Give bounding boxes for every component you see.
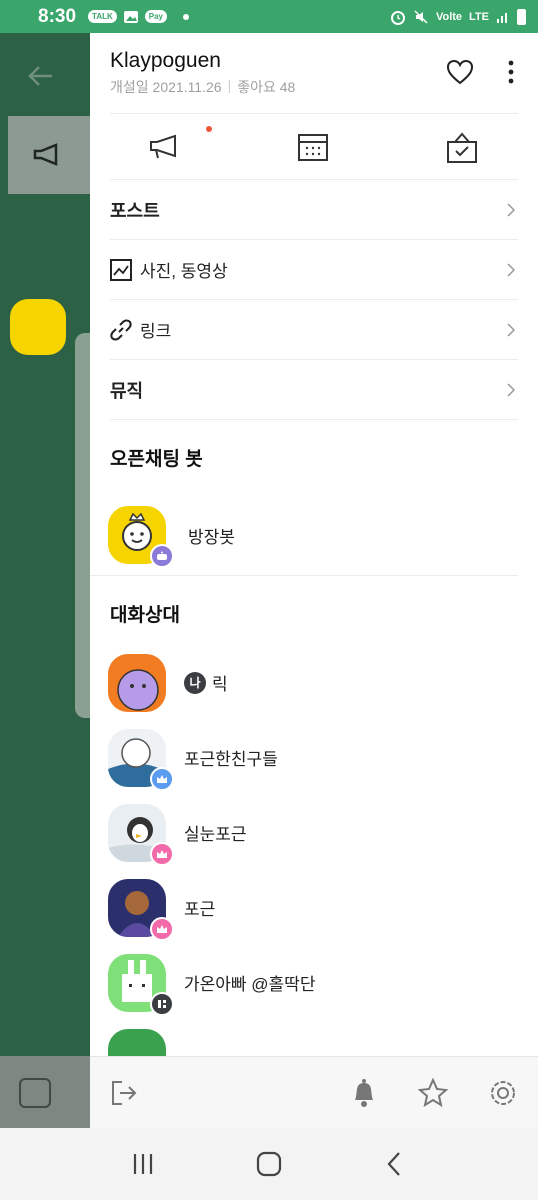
chevron-right-icon bbox=[507, 322, 516, 337]
status-system-icons: Volte LTE bbox=[390, 8, 526, 25]
megaphone-icon bbox=[33, 143, 58, 166]
menu-photos-videos[interactable]: 사진, 동영상 bbox=[110, 240, 518, 300]
member-item[interactable]: 포근 bbox=[90, 870, 538, 945]
me-tag: 나 bbox=[184, 671, 206, 694]
home-icon[interactable] bbox=[256, 1151, 282, 1177]
back-icon[interactable] bbox=[382, 1151, 408, 1177]
star-icon[interactable] bbox=[418, 1077, 448, 1108]
crown-icon bbox=[150, 841, 174, 866]
background-chat-room bbox=[0, 33, 90, 1128]
header-actions bbox=[446, 59, 514, 85]
network-label: LTE bbox=[469, 10, 489, 23]
link-icon bbox=[110, 319, 132, 340]
member-name: 나 릭 bbox=[184, 670, 228, 695]
member-item[interactable]: 포근한친구들 bbox=[90, 720, 538, 795]
recent-apps-icon[interactable] bbox=[130, 1151, 156, 1177]
member-item[interactable]: 나 릭 bbox=[90, 645, 538, 720]
vote-icon[interactable] bbox=[446, 130, 478, 164]
purple-character-avatar bbox=[108, 653, 166, 712]
background-message-bubble bbox=[75, 333, 90, 718]
heart-icon[interactable] bbox=[446, 59, 474, 85]
pay-icon: Pay bbox=[144, 10, 167, 23]
member-avatar bbox=[108, 878, 174, 941]
drawer-footer bbox=[90, 1056, 538, 1128]
notice-icon[interactable] bbox=[148, 134, 180, 160]
back-arrow-icon bbox=[28, 66, 52, 86]
meta-separator: | bbox=[227, 77, 232, 93]
member-name-text: 포근한친구들 bbox=[184, 750, 278, 769]
notice-new-dot bbox=[206, 126, 212, 132]
alarm-icon bbox=[390, 10, 405, 25]
member-name-text: 실눈포근 bbox=[184, 825, 247, 844]
menu-badge-icon bbox=[150, 991, 174, 1016]
menu-photos-label: 사진, 동영상 bbox=[140, 262, 228, 281]
member-name-text: 릭 bbox=[212, 675, 228, 694]
member-item[interactable]: 실눈포근 bbox=[90, 795, 538, 870]
image-icon bbox=[123, 10, 138, 23]
battery-icon bbox=[517, 8, 526, 25]
bot-section-title: 오픈채팅 봇 bbox=[110, 449, 203, 470]
chevron-right-icon bbox=[507, 262, 516, 277]
menu-music[interactable]: 뮤직 bbox=[110, 360, 518, 420]
background-bot-avatar bbox=[10, 299, 66, 355]
more-notifications-icon bbox=[183, 13, 189, 20]
member-avatar bbox=[108, 653, 166, 712]
menu-post[interactable]: 포스트 bbox=[110, 180, 518, 240]
quick-actions-row bbox=[110, 113, 518, 180]
volte-label: Volte bbox=[435, 10, 463, 23]
status-time: 8:30 bbox=[38, 5, 77, 27]
chat-room-drawer: Klaypoguen 개설일 2021.11.26 | 좋아요 48 포스트 사… bbox=[90, 33, 538, 1128]
members-section-title: 대화상대 bbox=[110, 605, 180, 626]
member-avatar bbox=[108, 728, 174, 791]
more-options-icon[interactable] bbox=[508, 60, 514, 84]
member-name-text: 가온아빠 @홀딱단 bbox=[184, 975, 316, 994]
chevron-right-icon bbox=[507, 202, 516, 217]
likes-count: 좋아요 48 bbox=[237, 79, 296, 95]
menu-music-label: 뮤직 bbox=[110, 380, 144, 401]
calendar-icon[interactable] bbox=[297, 132, 329, 162]
exit-icon[interactable] bbox=[110, 1079, 138, 1107]
member-avatar bbox=[108, 803, 174, 866]
menu-links[interactable]: 링크 bbox=[110, 300, 518, 360]
system-navigation-bar bbox=[0, 1128, 538, 1200]
member-name-text: 포근 bbox=[184, 900, 216, 919]
status-notifications: TALK Pay bbox=[88, 10, 189, 24]
photo-icon bbox=[110, 258, 132, 281]
chevron-right-icon bbox=[507, 382, 516, 397]
menu-links-label: 링크 bbox=[140, 322, 172, 341]
settings-icon[interactable] bbox=[488, 1078, 518, 1108]
bot-item[interactable]: 방장봇 bbox=[90, 471, 518, 576]
status-bar: 8:30 TALK Pay Volte LTE bbox=[0, 0, 538, 33]
member-item[interactable]: 가온아빠 @홀딱단 bbox=[90, 945, 538, 1020]
bot-name: 방장봇 bbox=[188, 527, 235, 547]
member-avatar bbox=[108, 953, 174, 1016]
bell-icon[interactable] bbox=[350, 1078, 378, 1108]
bot-badge-icon bbox=[150, 544, 174, 568]
drawer-header: Klaypoguen 개설일 2021.11.26 | 좋아요 48 bbox=[90, 33, 538, 113]
crown-icon bbox=[150, 766, 174, 791]
bot-avatar bbox=[108, 506, 174, 568]
talk-icon: TALK bbox=[88, 10, 117, 23]
plus-icon bbox=[19, 1078, 51, 1108]
mute-icon bbox=[414, 9, 428, 24]
crown-icon bbox=[150, 916, 174, 941]
menu-post-label: 포스트 bbox=[110, 200, 160, 221]
opened-date: 개설일 2021.11.26 bbox=[110, 79, 222, 95]
signal-icon bbox=[497, 12, 507, 23]
